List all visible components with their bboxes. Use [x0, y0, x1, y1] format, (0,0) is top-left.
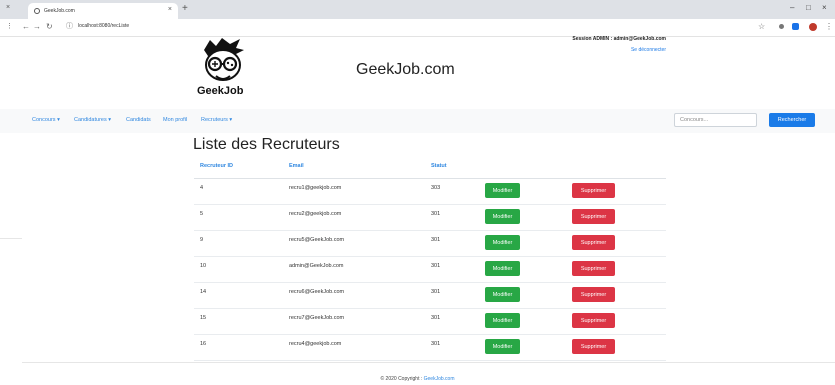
header-recruteur-id: Recruteur ID — [200, 163, 234, 169]
close-icon[interactable]: × — [6, 4, 10, 11]
nav-mon-profil[interactable]: Mon profil — [163, 117, 187, 123]
tab-title: GeekJob.com — [44, 8, 75, 14]
window-close-button[interactable]: × — [822, 3, 827, 12]
cell-statut: 301 — [431, 263, 441, 269]
modify-button[interactable]: Modifier — [485, 261, 520, 276]
modify-button[interactable]: Modifier — [485, 339, 520, 354]
cell-email: recru1@geekjob.com — [289, 185, 342, 191]
cell-email: admin@GeekJob.com — [289, 263, 344, 269]
browser-tabstrip: × GeekJob.com × + – □ × — [0, 0, 835, 19]
cell-email: recru6@GeekJob.com — [289, 289, 345, 295]
cell-id: 15 — [200, 315, 207, 321]
search-button[interactable]: Rechercher — [769, 113, 815, 127]
reload-icon[interactable]: ↻ — [46, 22, 53, 31]
browser-tab[interactable]: GeekJob.com × — [28, 3, 178, 19]
cell-id: 4 — [200, 185, 204, 191]
logout-link[interactable]: Se déconnecter — [560, 47, 666, 53]
back-icon[interactable]: ← — [22, 22, 30, 31]
url-text: localhost:8080/recListe — [78, 23, 130, 29]
cell-statut: 301 — [431, 237, 441, 243]
delete-button[interactable]: Supprimer — [572, 339, 615, 354]
modify-button[interactable]: Modifier — [485, 235, 520, 250]
footer-link[interactable]: GeekJob.com — [424, 376, 455, 382]
forward-icon[interactable]: → — [33, 22, 41, 31]
footer: © 2020 Copyright : GeekJob.com — [0, 376, 835, 382]
modify-button[interactable]: Modifier — [485, 209, 520, 224]
address-bar[interactable]: ⓘ localhost:8080/recListe — [66, 21, 746, 33]
table-header: Recruteur ID Email Statut — [194, 155, 666, 179]
menu-dots-icon[interactable]: ⋮ — [6, 22, 13, 30]
cell-email: recru5@GeekJob.com — [289, 237, 345, 243]
delete-button[interactable]: Supprimer — [572, 313, 615, 328]
table-row: 4 recru1@geekjob.com 303 Modifier Supprimer — [194, 179, 666, 205]
nav-recruteurs[interactable]: Recruteurs ▾ — [201, 117, 232, 123]
site-title: GeekJob.com — [356, 61, 455, 78]
table-row: 16 recru4@geekjob.com 301 Modifier Supprimer — [194, 335, 666, 361]
delete-button[interactable]: Supprimer — [572, 287, 615, 302]
cell-statut: 301 — [431, 341, 441, 347]
logo-text: GeekJob — [197, 85, 244, 97]
cell-id: 9 — [200, 237, 204, 243]
new-tab-button[interactable]: + — [182, 3, 188, 14]
maximize-button[interactable]: □ — [806, 3, 811, 12]
browser-menu-icon[interactable]: ⋮ — [825, 22, 833, 31]
table-row: 10 admin@GeekJob.com 301 Modifier Supprimer — [194, 257, 666, 283]
nav-concours[interactable]: Concours ▾ — [32, 117, 60, 123]
search-input[interactable] — [674, 113, 757, 127]
extension-icon[interactable] — [779, 24, 784, 29]
cell-id: 5 — [200, 211, 204, 217]
footer-divider — [22, 362, 835, 363]
cell-email: recru4@geekjob.com — [289, 341, 342, 347]
cell-email: recru2@geekjob.com — [289, 211, 342, 217]
star-icon[interactable]: ☆ — [758, 22, 765, 31]
header-statut: Statut — [431, 163, 447, 169]
delete-button[interactable]: Supprimer — [572, 209, 615, 224]
session-info: Session ADMIN : admin@GeekJob.com — [572, 36, 666, 42]
footer-copyright: © 2020 Copyright : — [380, 376, 424, 382]
cell-email: recru7@GeekJob.com — [289, 315, 345, 321]
cell-statut: 301 — [431, 289, 441, 295]
delete-button[interactable]: Supprimer — [572, 183, 615, 198]
cell-id: 14 — [200, 289, 207, 295]
cell-statut: 303 — [431, 185, 441, 191]
modify-button[interactable]: Modifier — [485, 183, 520, 198]
left-divider — [0, 238, 22, 239]
table-row: 9 recru5@GeekJob.com 301 Modifier Supprimer — [194, 231, 666, 257]
cell-statut: 301 — [431, 211, 441, 217]
navbar-edge — [0, 109, 22, 133]
minimize-button[interactable]: – — [790, 3, 794, 12]
page-title: Liste des Recruteurs — [193, 136, 340, 153]
delete-button[interactable]: Supprimer — [572, 235, 615, 250]
nav-candidats[interactable]: Candidats — [126, 117, 151, 123]
table-row: 15 recru7@GeekJob.com 301 Modifier Supprimer — [194, 309, 666, 335]
favicon-icon — [34, 8, 40, 14]
cell-statut: 301 — [431, 315, 441, 321]
header-email: Email — [289, 163, 304, 169]
table-row: 5 recru2@geekjob.com 301 Modifier Supprimer — [194, 205, 666, 231]
table-row: 14 recru6@GeekJob.com 301 Modifier Supprimer — [194, 283, 666, 309]
profile-avatar-icon[interactable] — [809, 23, 817, 31]
recruiters-table: Recruteur ID Email Statut 4 recru1@geekjo… — [194, 155, 666, 361]
delete-button[interactable]: Supprimer — [572, 261, 615, 276]
modify-button[interactable]: Modifier — [485, 287, 520, 302]
cell-id: 16 — [200, 341, 207, 347]
cell-id: 10 — [200, 263, 207, 269]
modify-button[interactable]: Modifier — [485, 313, 520, 328]
extension-blue-icon[interactable] — [792, 23, 799, 30]
tab-close-icon[interactable]: × — [168, 6, 172, 13]
browser-toolbar: ⋮ ← → ↻ ⓘ localhost:8080/recListe ☆ ⋮ — [0, 19, 835, 37]
info-icon: ⓘ — [66, 23, 73, 30]
nav-candidatures[interactable]: Candidatures ▾ — [74, 117, 111, 123]
